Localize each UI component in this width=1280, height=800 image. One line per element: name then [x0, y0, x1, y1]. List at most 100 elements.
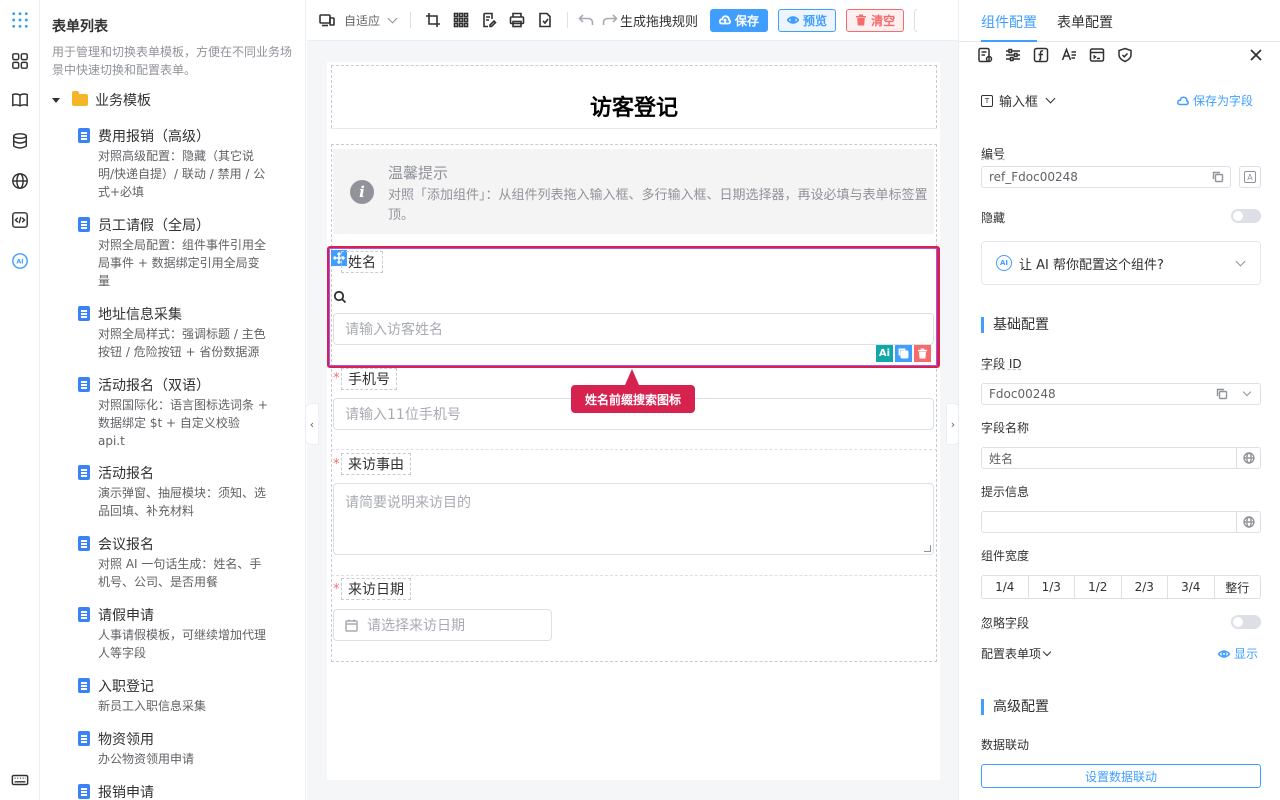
globe-icon[interactable]	[10, 171, 30, 191]
ai-config-collapse[interactable]: AI 让 AI 帮你配置这个组件?	[981, 241, 1261, 285]
grid-dots-icon[interactable]	[10, 10, 30, 30]
keyboard-icon[interactable]	[10, 770, 30, 790]
show-toggle-button[interactable]: 显示	[1218, 645, 1258, 662]
show-label: 显示	[1234, 647, 1259, 661]
selected-field-name[interactable]	[329, 248, 937, 366]
more-button-edge[interactable]	[914, 8, 918, 32]
save-button[interactable]: 保存	[710, 8, 769, 32]
redo-icon[interactable]	[602, 12, 618, 28]
group-business-templates[interactable]: 业务模板	[52, 90, 151, 110]
reason-textarea[interactable]: 请简要说明来访目的	[333, 483, 934, 555]
field-label-date[interactable]: 来访日期	[341, 578, 411, 600]
copy-icon[interactable]	[1206, 167, 1230, 187]
globe-icon[interactable]	[1236, 512, 1260, 532]
width-option[interactable]: 1/2	[1075, 576, 1122, 598]
field-id-input[interactable]: Fdoc00248	[981, 383, 1261, 405]
field-ref-button[interactable]: A	[1239, 166, 1261, 188]
edit-icon[interactable]	[304, 217, 305, 233]
callout-arrow	[625, 369, 639, 385]
resize-handle[interactable]	[924, 545, 931, 552]
edit-icon[interactable]	[304, 678, 305, 694]
save-as-field-button[interactable]: 保存为字段	[1177, 92, 1253, 109]
width-option[interactable]: 1/3	[1029, 576, 1075, 598]
edit-icon[interactable]	[304, 731, 305, 747]
info-icon: i	[350, 180, 374, 204]
field-name-label: 字段名称	[981, 421, 1030, 435]
edit-icon[interactable]	[304, 784, 305, 800]
chevron-down-icon	[1235, 256, 1246, 267]
width-option[interactable]: 1/4	[982, 576, 1029, 598]
annotation-callout: 姓名前缀搜索图标	[571, 385, 695, 413]
edit-icon[interactable]	[304, 465, 305, 481]
active-tab-indicator	[981, 40, 1037, 42]
document-icon	[78, 217, 90, 232]
database-icon[interactable]	[10, 131, 30, 151]
edit-icon[interactable]	[304, 128, 305, 144]
edit-icon[interactable]	[304, 536, 305, 552]
hidden-toggle[interactable]	[1231, 209, 1261, 223]
function-icon[interactable]	[1033, 47, 1049, 63]
generate-drag-rule-button[interactable]: 生成拖拽规则	[620, 11, 698, 30]
document-icon	[78, 784, 90, 799]
crop-icon[interactable]	[425, 12, 441, 28]
book-icon[interactable]	[10, 90, 30, 110]
globe-icon[interactable]	[1236, 448, 1260, 468]
list-item-desc: 人事请假模板，可继续增加代理人等字段	[98, 628, 267, 660]
field-label-reason[interactable]: 来访事由	[341, 453, 411, 475]
code-icon[interactable]	[10, 210, 30, 230]
edit-icon[interactable]	[304, 607, 305, 623]
set-data-linkage-button[interactable]: 设置数据联动	[981, 764, 1261, 788]
ai-field-button[interactable]: Ai	[876, 345, 893, 362]
event-icon[interactable]	[1089, 47, 1105, 63]
caret-down-icon[interactable]	[52, 97, 60, 103]
edit-doc-icon[interactable]	[481, 12, 497, 28]
date-picker[interactable]: 请选择来访日期	[333, 609, 552, 641]
grid-icon[interactable]	[453, 12, 469, 28]
field-label-text: 手机号	[348, 372, 390, 388]
date-picker-placeholder: 请选择来访日期	[367, 618, 465, 634]
width-option[interactable]: 3/4	[1168, 576, 1215, 598]
linkage-label: 数据联动	[981, 738, 1030, 752]
edit-icon[interactable]	[304, 377, 305, 393]
edit-icon[interactable]	[304, 306, 305, 322]
props-icon[interactable]	[977, 47, 993, 63]
reason-textarea-placeholder: 请简要说明来访目的	[345, 495, 471, 511]
width-option[interactable]: 整行	[1215, 576, 1261, 598]
hint-input[interactable]	[981, 511, 1261, 533]
tip-alert[interactable]: i 温馨提示 对照「添加组件」：从组件列表拖入输入框、多行输入框、日期选择器，再…	[333, 149, 934, 234]
tab-form-config[interactable]: 表单配置	[1057, 12, 1113, 32]
clear-button[interactable]: 清空	[846, 8, 905, 32]
component-type-select[interactable]: T 输入框	[981, 91, 1056, 110]
text-style-icon[interactable]	[1061, 47, 1077, 63]
collapse-left-button[interactable]: ‹	[305, 403, 319, 445]
id-input[interactable]: ref_Fdoc00248	[981, 166, 1231, 188]
document-icon	[78, 465, 90, 480]
undo-icon[interactable]	[578, 12, 594, 28]
ignore-field-label: 忽略字段	[981, 616, 1030, 630]
list-item-desc: 办公物资领用申请	[98, 752, 195, 766]
components-icon[interactable]	[10, 51, 30, 71]
close-icon[interactable]	[1249, 48, 1263, 62]
width-option[interactable]: 2/3	[1122, 576, 1168, 598]
export-icon[interactable]	[537, 12, 553, 28]
print-icon[interactable]	[509, 12, 525, 28]
adapt-select[interactable]: 自适应	[344, 12, 398, 29]
tab-component-config[interactable]: 组件配置	[981, 12, 1037, 32]
form-items-dropdown[interactable]: 配置表单项	[981, 645, 1052, 662]
device-icon[interactable]	[319, 12, 335, 28]
list-item-title: 地址信息采集	[98, 307, 182, 323]
sliders-icon[interactable]	[1005, 47, 1021, 63]
shield-icon[interactable]	[1117, 47, 1133, 63]
ai-assistant-icon[interactable]: AI	[10, 251, 30, 271]
ignore-field-toggle[interactable]	[1231, 615, 1261, 629]
field-label-phone[interactable]: 手机号	[341, 368, 397, 390]
preview-button[interactable]: 预览	[778, 8, 837, 32]
field-label-name[interactable]: 姓名	[341, 251, 383, 273]
copy-icon[interactable]	[895, 345, 912, 362]
title-divider	[331, 128, 937, 129]
field-name-input[interactable]: 姓名	[981, 447, 1261, 469]
form-title[interactable]: 访客登记	[331, 90, 937, 122]
name-input[interactable]: 请输入访客姓名	[333, 313, 934, 345]
copy-icon[interactable]	[1216, 388, 1228, 400]
delete-icon[interactable]	[914, 345, 931, 362]
